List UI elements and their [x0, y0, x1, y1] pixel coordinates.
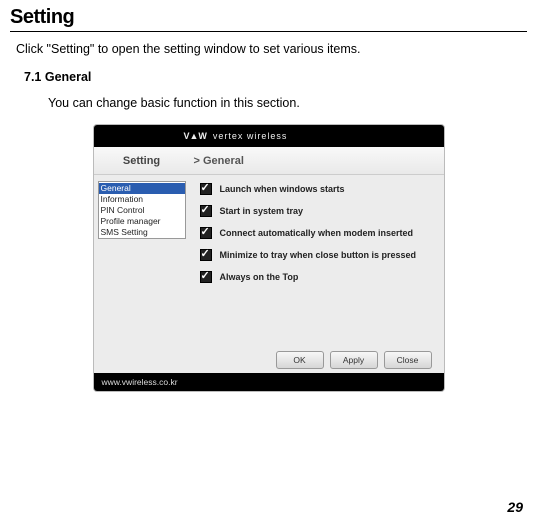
option-label: Always on the Top	[220, 272, 299, 282]
apply-button[interactable]: Apply	[330, 351, 378, 369]
header-setting-label: Setting	[94, 155, 190, 167]
page-number: 29	[507, 499, 523, 515]
option-always-top[interactable]: Always on the Top	[200, 271, 434, 283]
sidebar-item-profile-manager[interactable]: Profile manager	[99, 216, 185, 227]
checkbox-icon[interactable]	[200, 227, 212, 239]
app-body: General Information PIN Control Profile …	[94, 175, 444, 373]
checkbox-icon[interactable]	[200, 205, 212, 217]
option-minimize-tray[interactable]: Minimize to tray when close button is pr…	[200, 249, 434, 261]
brand-text: vertex wireless	[213, 131, 288, 141]
checkbox-icon[interactable]	[200, 249, 212, 261]
app-footer: www.vwireless.co.kr	[94, 373, 444, 391]
brand-logo: V▲W	[184, 131, 207, 141]
option-launch-startup[interactable]: Launch when windows starts	[200, 183, 434, 195]
page-title: Setting	[10, 6, 527, 31]
ok-button[interactable]: OK	[276, 351, 324, 369]
section-heading: 7.1 General	[24, 70, 527, 84]
sidebar-item-pin-control[interactable]: PIN Control	[99, 205, 185, 216]
option-label: Minimize to tray when close button is pr…	[220, 250, 417, 260]
option-label: Connect automatically when modem inserte…	[220, 228, 414, 238]
option-label: Start in system tray	[220, 206, 304, 216]
app-header: Setting > General	[94, 147, 444, 175]
sidebar-item-general[interactable]: General	[99, 183, 185, 194]
sidebar: General Information PIN Control Profile …	[94, 175, 190, 373]
main-panel: Launch when windows starts Start in syst…	[190, 175, 444, 373]
sidebar-item-sms-setting[interactable]: SMS Setting	[99, 227, 185, 238]
dialog-buttons: OK Apply Close	[276, 351, 432, 369]
intro-text: Click "Setting" to open the setting wind…	[16, 42, 527, 56]
embedded-screenshot: V▲W vertex wireless Setting > General Ge…	[93, 124, 445, 392]
option-start-tray[interactable]: Start in system tray	[200, 205, 434, 217]
checkbox-icon[interactable]	[200, 271, 212, 283]
app-titlebar: V▲W vertex wireless	[94, 125, 444, 147]
breadcrumb: > General	[190, 155, 244, 167]
checkbox-icon[interactable]	[200, 183, 212, 195]
title-rule	[10, 31, 527, 32]
option-label: Launch when windows starts	[220, 184, 345, 194]
section-body: You can change basic function in this se…	[48, 96, 527, 110]
sidebar-list[interactable]: General Information PIN Control Profile …	[98, 181, 186, 239]
sidebar-item-information[interactable]: Information	[99, 194, 185, 205]
close-button[interactable]: Close	[384, 351, 432, 369]
option-auto-connect[interactable]: Connect automatically when modem inserte…	[200, 227, 434, 239]
